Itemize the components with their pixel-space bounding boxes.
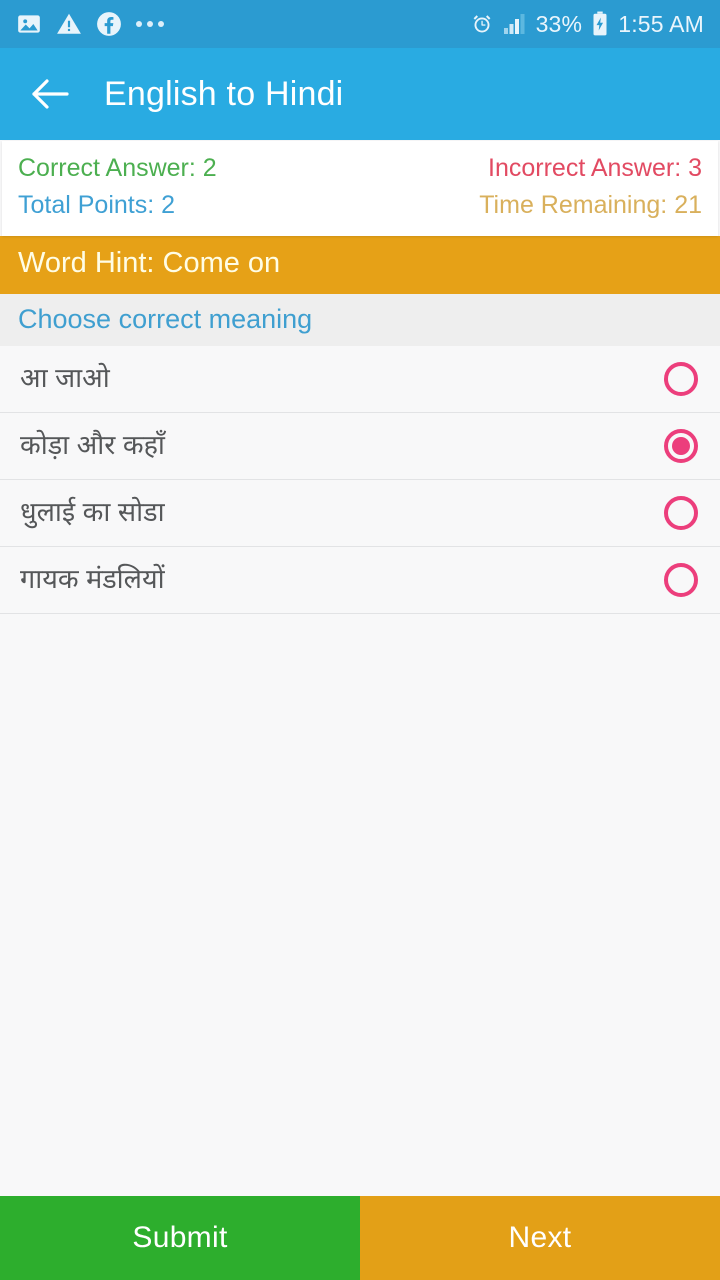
app-bar: English to Hindi [0,48,720,140]
scoreboard-row-points: Total Points: 2 Time Remaining: 21 [18,190,702,221]
facebook-icon [96,11,122,37]
option-row-4[interactable]: गायक मंडलियों [0,546,720,614]
option-row-3[interactable]: धुलाई का सोडा [0,479,720,547]
status-bar-right: 33% 1:55 AM [470,11,704,38]
back-arrow-icon[interactable] [22,66,78,122]
time-remaining-label: Time Remaining: 21 [479,191,702,220]
option-label-4: गायक मंडलियों [20,564,165,595]
warning-icon [56,11,82,37]
photo-icon [16,11,42,37]
question-prompt: Choose correct meaning [0,293,720,346]
option-row-2[interactable]: कोड़ा और कहाँ [0,412,720,480]
next-button[interactable]: Next [360,1196,720,1280]
total-points-label: Total Points: 2 [18,191,176,220]
status-bar: 33% 1:55 AM [0,0,720,48]
submit-button[interactable]: Submit [0,1196,360,1280]
option-label-3: धुलाई का सोडा [20,497,165,528]
page-title: English to Hindi [104,74,344,113]
scoreboard-card: Correct Answer: 2 Incorrect Answer: 3 To… [2,141,718,236]
option-radio-4[interactable] [664,562,698,597]
correct-answer-label: Correct Answer: 2 [18,154,217,182]
option-label-2: कोड़ा और कहाँ [20,430,165,461]
option-radio-1[interactable] [664,361,698,396]
battery-percent-label: 33% [535,10,583,37]
word-hint-banner: Word Hint: Come on [0,235,720,294]
app-screen: 33% 1:55 AM English to Hindi Correct Ans… [0,0,720,1280]
option-radio-2[interactable] [664,428,698,463]
incorrect-answer-label: Incorrect Answer: 3 [488,154,702,182]
clock-label: 1:55 AM [618,10,704,37]
signal-bars-icon [503,13,527,35]
bottom-action-bar: Submit Next [0,1196,720,1280]
option-row-1[interactable]: आ जाओ [0,345,720,413]
options-list: आ जाओ कोड़ा और कहाँ धुलाई का सोडा गायक म… [0,345,720,1196]
battery-charging-icon [591,11,609,37]
alarm-clock-icon [470,12,494,36]
more-notifications-icon [136,21,164,27]
option-label-1: आ जाओ [20,363,110,394]
status-bar-left [16,11,178,37]
scoreboard-row-answers: Correct Answer: 2 Incorrect Answer: 3 [18,153,702,184]
question-prompt-label: Choose correct meaning [18,304,313,334]
options-empty-space [0,613,720,1196]
word-hint-label: Word Hint: Come on [18,247,281,279]
option-radio-3[interactable] [664,495,698,530]
